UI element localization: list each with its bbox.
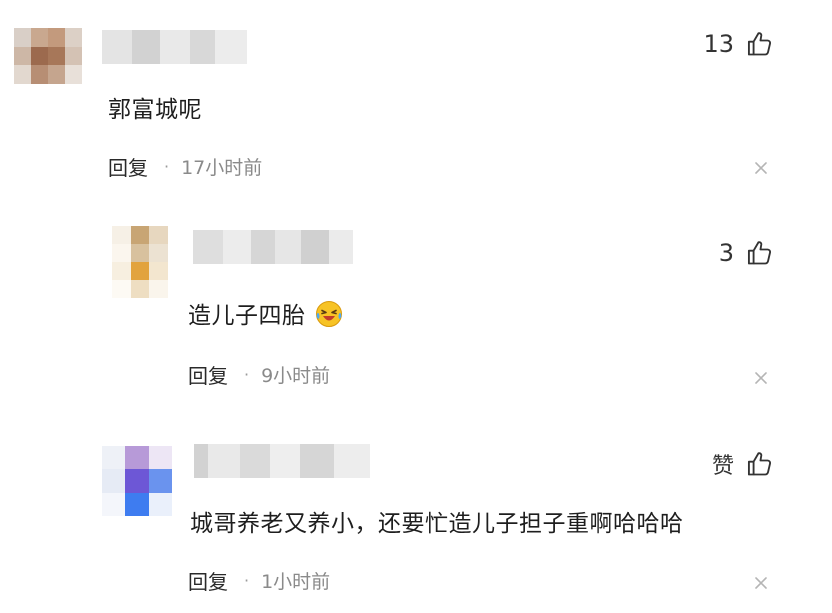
comment-meta: 回复 · 17小时前 [108, 152, 262, 181]
separator-dot: · [164, 157, 170, 176]
username-blurred[interactable] [102, 30, 247, 64]
timestamp: 1小时前 [261, 571, 331, 593]
avatar[interactable] [102, 446, 172, 516]
comment-text: 城哥养老又养小，还要忙造儿子担子重啊哈哈哈 [190, 511, 684, 537]
close-icon[interactable] [753, 370, 769, 386]
comment-text: 郭富城呢 [108, 97, 202, 123]
comment-meta: 回复 · 1小时前 [188, 566, 330, 595]
thumbs-up-icon [747, 452, 772, 476]
like-button[interactable]: 赞 [712, 448, 774, 480]
reply-button[interactable]: 回复 [108, 152, 148, 181]
username-blurred[interactable] [193, 230, 353, 264]
like-button[interactable]: 13 [703, 30, 774, 58]
reply-button[interactable]: 回复 [188, 360, 228, 389]
timestamp: 17小时前 [181, 157, 263, 179]
thumbs-up-icon [747, 32, 772, 56]
separator-dot: · [244, 365, 250, 384]
like-label: 赞 [711, 454, 734, 479]
like-count: 13 [703, 30, 734, 58]
timestamp: 9小时前 [261, 365, 331, 387]
username-blurred[interactable] [194, 444, 370, 478]
comment-text-row: 造儿子四胎 [188, 296, 343, 330]
avatar[interactable] [14, 28, 82, 84]
separator-dot: · [244, 571, 250, 590]
reply-button[interactable]: 回复 [188, 566, 228, 595]
comment-text: 造儿子四胎 [188, 303, 306, 329]
close-icon[interactable] [753, 160, 769, 176]
thumbs-up-icon [747, 241, 772, 265]
like-count: 3 [718, 239, 734, 267]
close-icon[interactable] [753, 575, 769, 591]
like-button[interactable]: 3 [719, 239, 774, 267]
avatar[interactable] [112, 226, 168, 298]
comment-meta: 回复 · 9小时前 [188, 360, 330, 389]
laughing-crying-emoji [316, 301, 343, 327]
